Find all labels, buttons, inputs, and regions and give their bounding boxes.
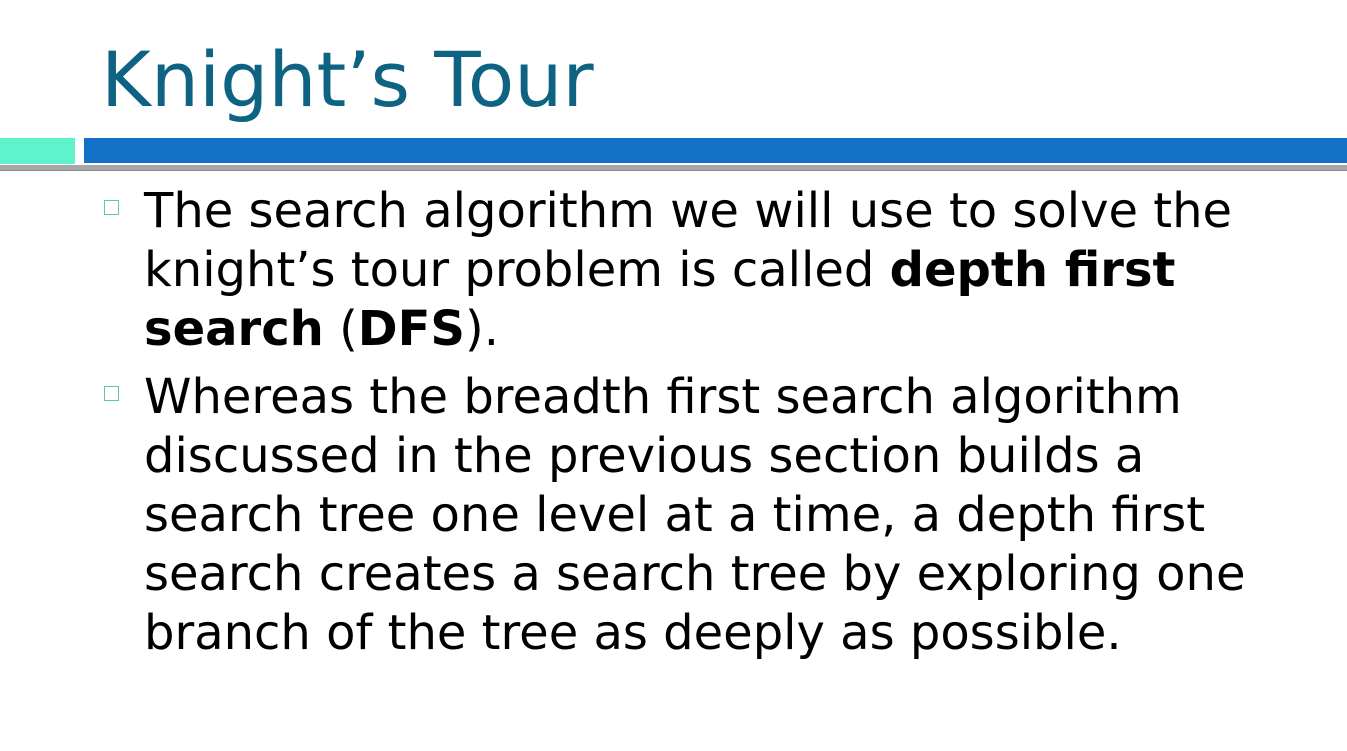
bullet-text: ). bbox=[465, 301, 499, 357]
bullet-item: Whereas the breadth first search algorit… bbox=[0, 368, 1347, 663]
title-divider-line bbox=[0, 165, 1347, 171]
title-accent-bar-right bbox=[84, 138, 1347, 163]
bullet-text: Whereas the breadth first search algorit… bbox=[144, 369, 1246, 661]
hollow-square-icon bbox=[104, 200, 119, 215]
bullet-item: The search algorithm we will use to solv… bbox=[0, 182, 1347, 359]
bullet-bold-acronym: DFS bbox=[357, 301, 465, 357]
hollow-square-icon bbox=[104, 386, 119, 401]
bullet-text: ( bbox=[323, 301, 358, 357]
bullet-list: The search algorithm we will use to solv… bbox=[0, 182, 1347, 663]
slide: Knight’s Tour The search algorithm we wi… bbox=[0, 0, 1347, 751]
slide-title: Knight’s Tour bbox=[101, 35, 594, 124]
title-accent-bar-left bbox=[0, 138, 75, 164]
